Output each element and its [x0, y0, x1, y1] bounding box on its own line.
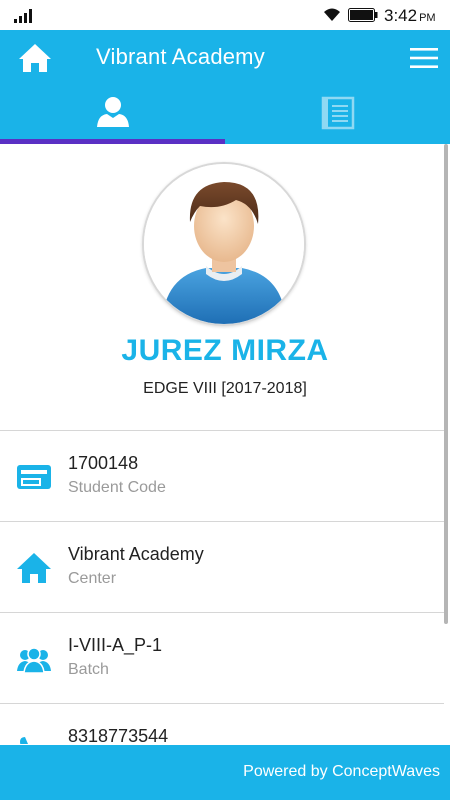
tab-bar: [0, 86, 450, 144]
center-label: Center: [68, 570, 117, 587]
info-row-phone: 8318773544: [0, 703, 444, 744]
avatar: [142, 162, 306, 326]
battery-icon: [348, 8, 378, 22]
info-row-batch: I-VIII-A_P-1 Batch: [0, 612, 444, 703]
tab-profile[interactable]: [0, 86, 225, 144]
student-code-value: 1700148: [68, 453, 139, 473]
phone-icon: [20, 737, 28, 744]
document-icon: [321, 96, 355, 130]
status-time: 3:42 PM: [384, 6, 436, 26]
profile-content[interactable]: JUREZ MIRZA EDGE VIII [2017-2018] 170014…: [0, 144, 444, 744]
home-icon[interactable]: [18, 42, 52, 74]
id-card-icon: [17, 465, 51, 489]
hamburger-menu-icon[interactable]: [410, 46, 438, 70]
wifi-icon: [324, 8, 340, 21]
tab-documents[interactable]: [225, 86, 450, 144]
powered-by-text: Powered by ConceptWaves: [243, 763, 440, 780]
batch-value: I-VIII-A_P-1: [68, 635, 163, 655]
info-row-center: Vibrant Academy Center: [0, 521, 444, 612]
phone-value: 8318773544: [68, 726, 169, 744]
student-course: EDGE VIII [2017-2018]: [143, 380, 307, 397]
group-icon: [17, 647, 51, 674]
status-bar: 3:42 PM: [0, 0, 450, 30]
student-avatar-image: [144, 164, 304, 324]
info-row-student-code: 1700148 Student Code: [0, 430, 444, 521]
time-ampm: PM: [419, 12, 436, 24]
center-value: Vibrant Academy: [68, 544, 204, 564]
time-value: 3:42: [384, 6, 418, 25]
student-code-label: Student Code: [68, 479, 166, 496]
info-list: 1700148 Student Code Vibrant Academy Cen…: [0, 430, 444, 744]
person-icon: [97, 97, 129, 127]
batch-label: Batch: [68, 661, 109, 678]
app-bar: Vibrant Academy: [0, 30, 450, 86]
student-name: JUREZ MIRZA: [121, 334, 329, 367]
home-icon: [17, 553, 51, 583]
footer: Powered by ConceptWaves: [0, 745, 450, 800]
signal-icon: [14, 9, 32, 23]
app-title: Vibrant Academy: [96, 44, 265, 69]
scrollbar[interactable]: [444, 144, 448, 624]
